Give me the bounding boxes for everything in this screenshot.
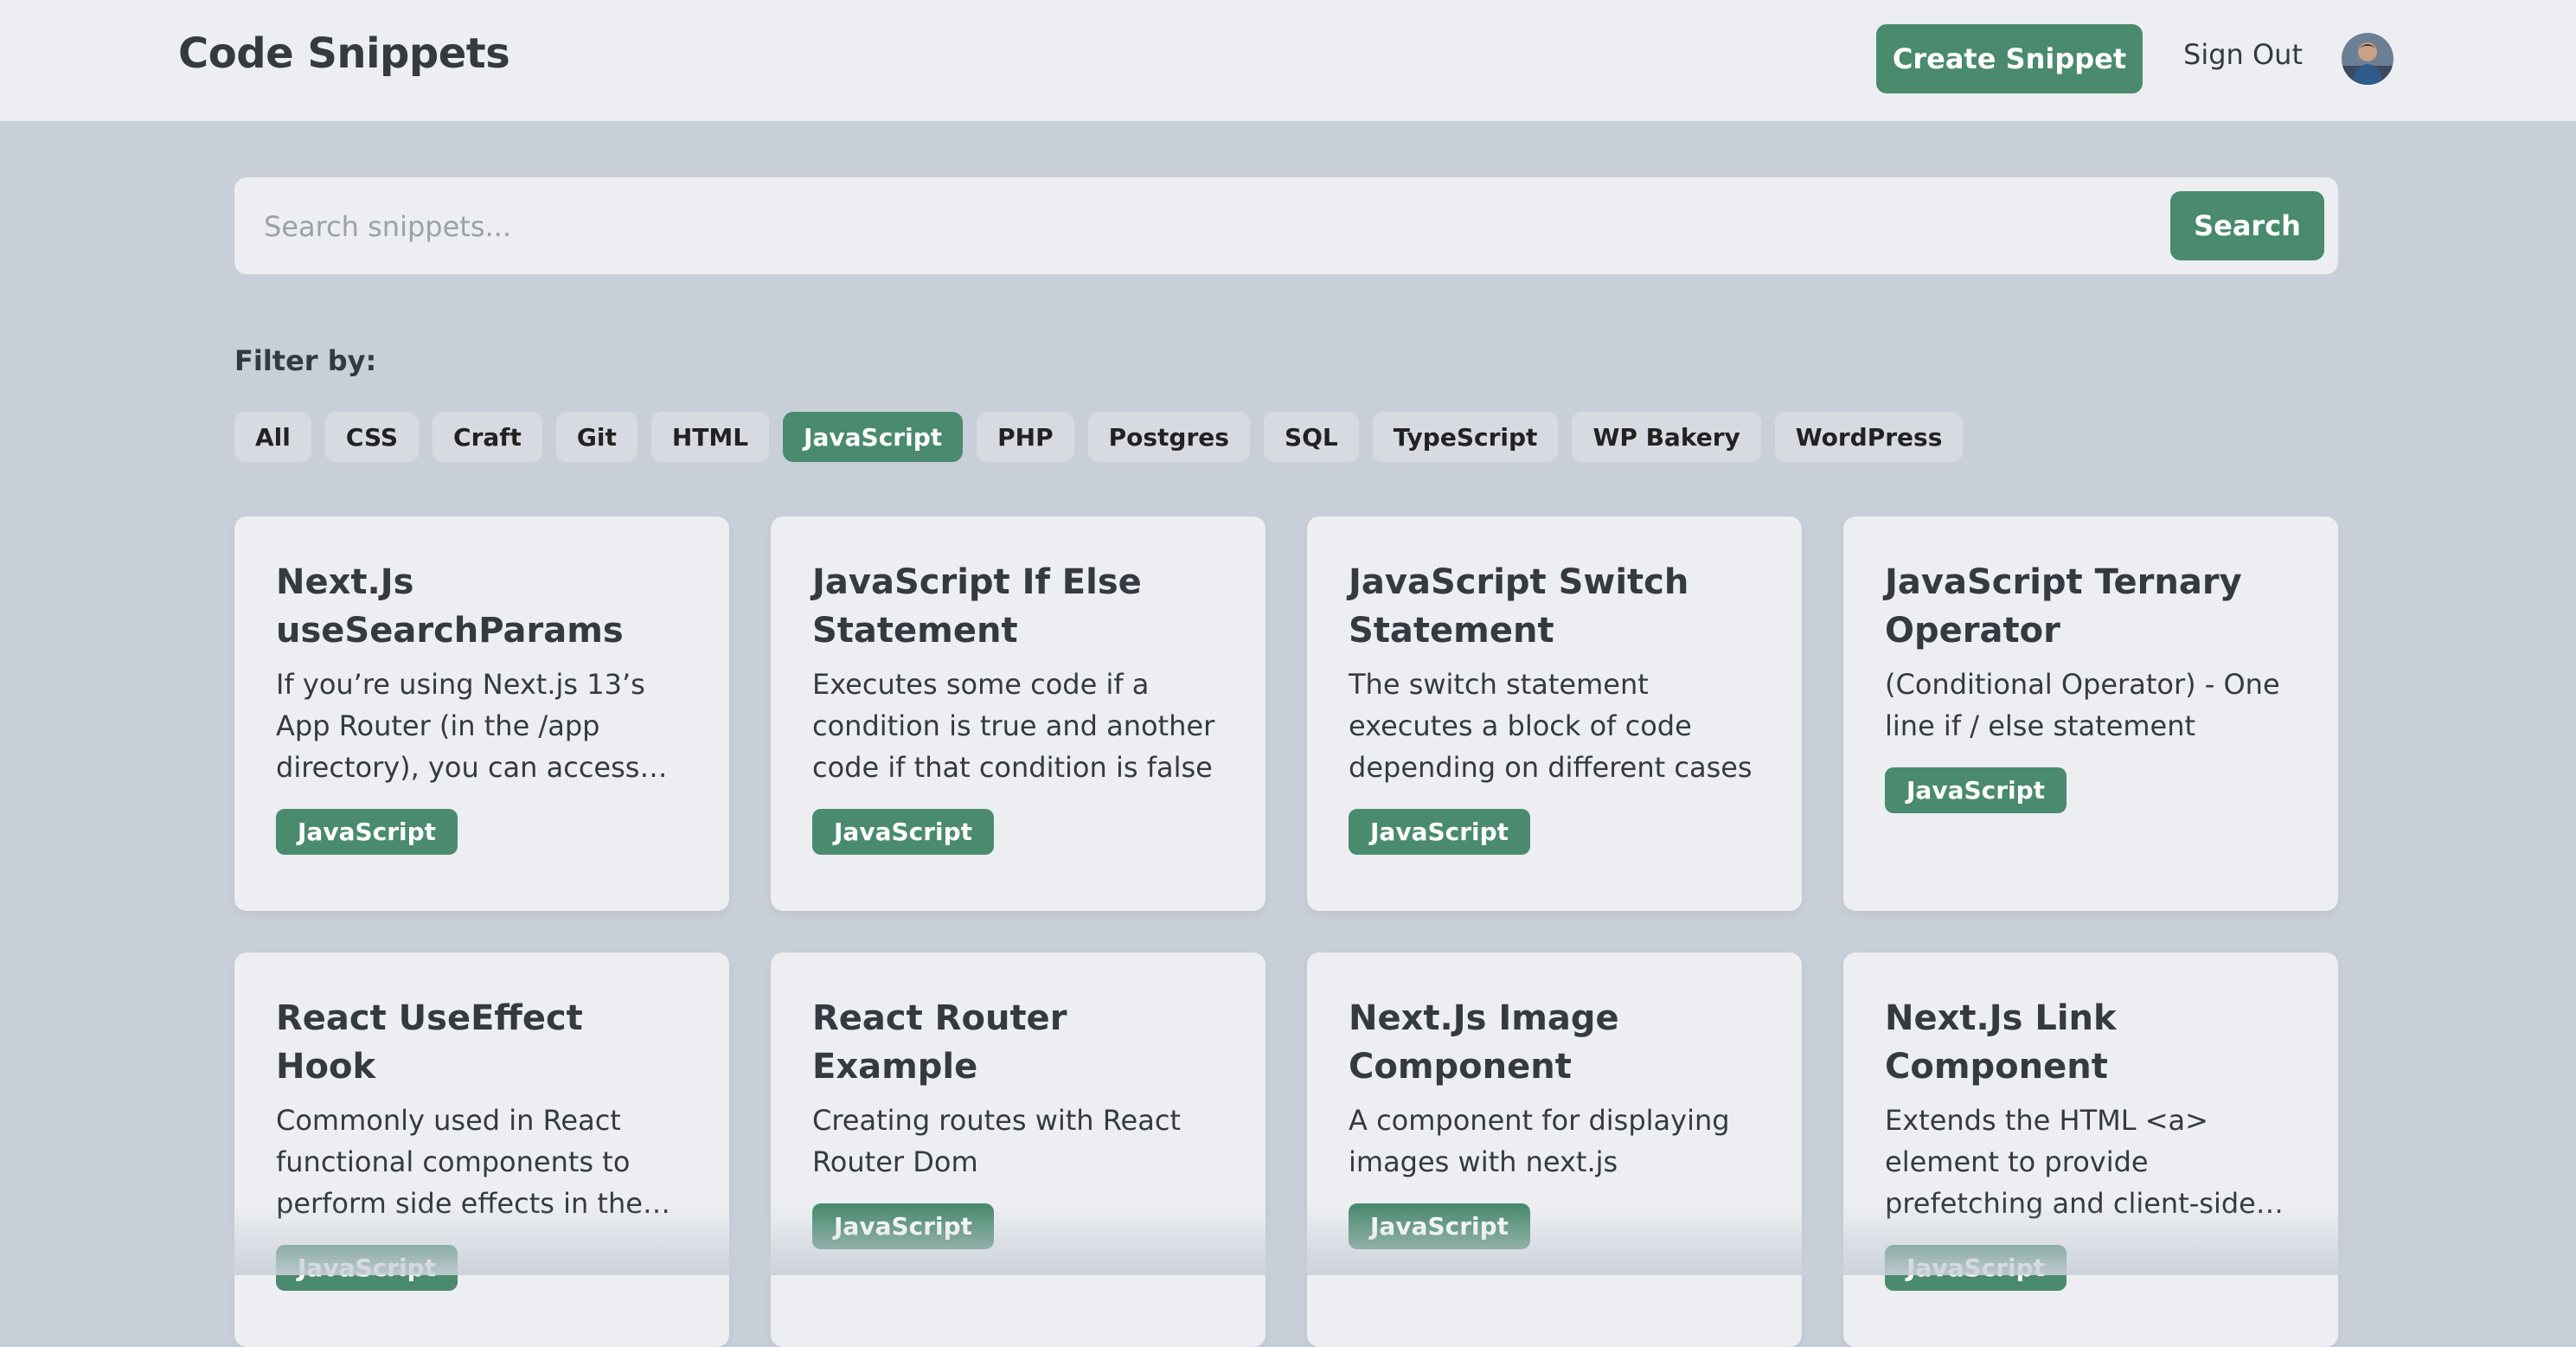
- snippet-tag[interactable]: JavaScript: [1885, 767, 2067, 813]
- filter-chip-typescript[interactable]: TypeScript: [1372, 412, 1559, 462]
- snippet-description: Creating routes with React Router Dom: [812, 1104, 1181, 1178]
- filter-chip-html[interactable]: HTML: [650, 412, 770, 462]
- snippet-tag[interactable]: JavaScript: [812, 809, 995, 855]
- filter-label: Filter by:: [234, 344, 377, 377]
- snippet-description: If you’re using Next.js 13’s App Router …: [276, 668, 645, 784]
- filter-chip-postgres[interactable]: Postgres: [1087, 412, 1250, 462]
- snippet-grid: Next.Js useSearchParams If you’re using …: [234, 516, 2338, 1347]
- snippet-tag[interactable]: JavaScript: [1349, 809, 1531, 855]
- snippet-tag[interactable]: JavaScript: [276, 809, 458, 855]
- snippet-card[interactable]: JavaScript Ternary Operator (Conditional…: [1843, 516, 2338, 911]
- snippet-card[interactable]: Next.Js useSearchParams If you’re using …: [234, 516, 729, 911]
- filter-chip-wp-bakery[interactable]: WP Bakery: [1572, 412, 1761, 462]
- snippet-description: Executes some code if a condition is tru…: [812, 668, 1215, 784]
- search-bar: Search: [234, 177, 2338, 274]
- create-snippet-button[interactable]: Create Snippet: [1876, 24, 2143, 93]
- snippet-description: Commonly used in React functional compon…: [276, 1104, 643, 1220]
- snippet-description: A component for displaying images with n…: [1349, 1104, 1730, 1178]
- search-input[interactable]: [262, 200, 2125, 253]
- snippet-title: Next.Js Image Component: [1349, 998, 1619, 1087]
- snippet-title: JavaScript If Else Statement: [812, 562, 1142, 651]
- sign-out-link[interactable]: Sign Out: [2183, 38, 2303, 71]
- filter-chip-git[interactable]: Git: [555, 412, 638, 462]
- snippet-card[interactable]: JavaScript Switch Statement The switch s…: [1307, 516, 1802, 911]
- snippet-card[interactable]: JavaScript If Else Statement Executes so…: [771, 516, 1266, 911]
- top-navbar: Code Snippets Create Snippet Sign Out: [0, 0, 2576, 121]
- snippet-title: React UseEffect Hook: [276, 998, 583, 1087]
- snippet-card[interactable]: React UseEffect Hook Commonly used in Re…: [234, 953, 729, 1347]
- snippet-tag[interactable]: JavaScript: [276, 1245, 458, 1291]
- filter-chip-sql[interactable]: SQL: [1263, 412, 1359, 462]
- snippet-card[interactable]: Next.Js Image Component A component for …: [1307, 953, 1802, 1347]
- filter-chips: All CSS Craft Git HTML JavaScript PHP Po…: [234, 412, 1964, 462]
- search-button[interactable]: Search: [2170, 191, 2324, 260]
- snippet-tag[interactable]: JavaScript: [1885, 1245, 2067, 1291]
- filter-chip-wordpress[interactable]: WordPress: [1774, 412, 1964, 462]
- snippet-title: JavaScript Ternary Operator: [1885, 562, 2242, 651]
- app-title[interactable]: Code Snippets: [178, 29, 510, 78]
- snippet-description: The switch statement executes a block of…: [1349, 668, 1753, 784]
- snippet-tag[interactable]: JavaScript: [812, 1203, 995, 1249]
- snippet-description: Extends the HTML <a> element to provide …: [1885, 1104, 2256, 1220]
- filter-chip-craft[interactable]: Craft: [433, 412, 542, 462]
- filter-chip-javascript[interactable]: JavaScript: [783, 412, 964, 462]
- filter-chip-css[interactable]: CSS: [324, 412, 420, 462]
- avatar-icon: [2342, 33, 2393, 85]
- snippet-tag[interactable]: JavaScript: [1349, 1203, 1531, 1249]
- snippet-title: JavaScript Switch Statement: [1349, 562, 1689, 651]
- filter-chip-all[interactable]: All: [234, 412, 311, 462]
- snippet-card[interactable]: Next.Js Link Component Extends the HTML …: [1843, 953, 2338, 1347]
- snippet-title: Next.Js Link Component: [1885, 998, 2117, 1087]
- snippet-card[interactable]: React Router Example Creating routes wit…: [771, 953, 1266, 1347]
- snippet-description: (Conditional Operator) - One line if / e…: [1885, 668, 2280, 742]
- snippet-title: React Router Example: [812, 998, 1067, 1087]
- filter-chip-php[interactable]: PHP: [977, 412, 1074, 462]
- snippet-title: Next.Js useSearchParams: [276, 562, 624, 651]
- user-avatar[interactable]: [2342, 33, 2393, 85]
